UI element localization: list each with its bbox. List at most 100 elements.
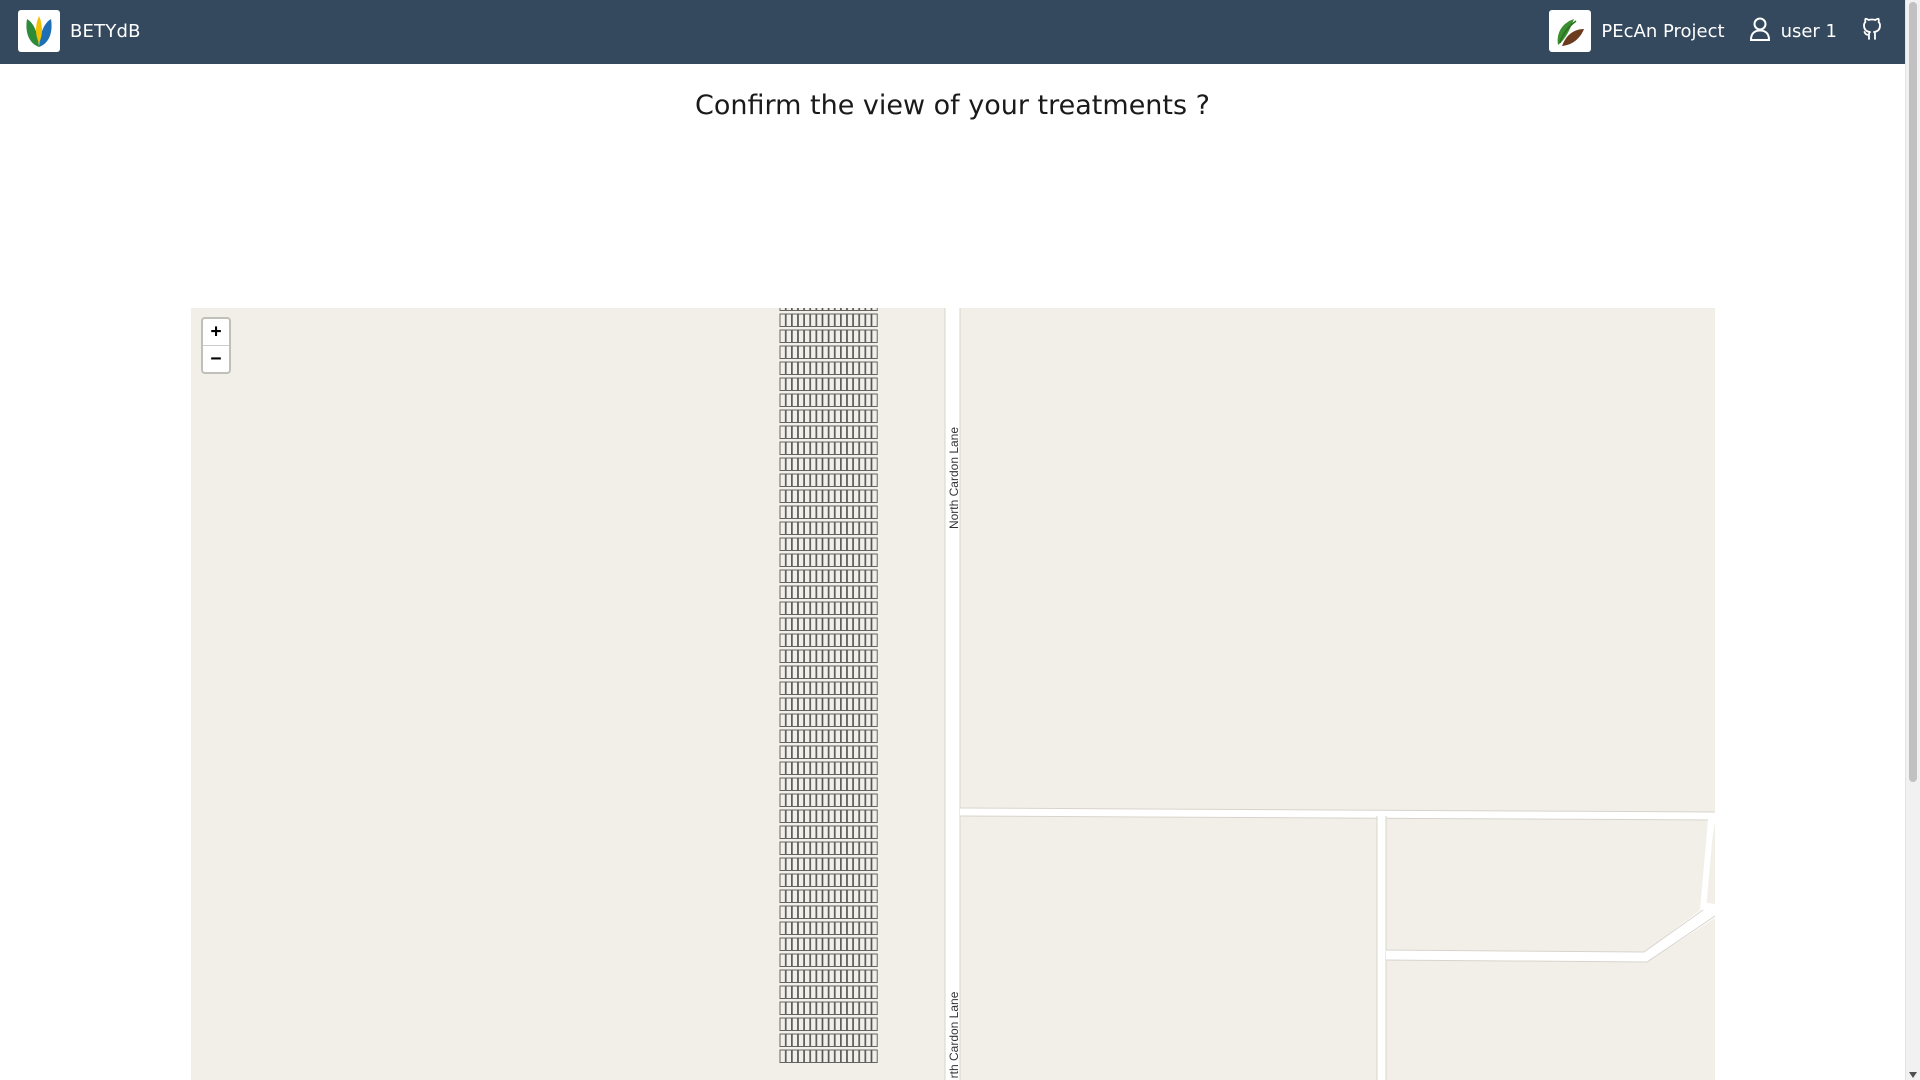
treatment-plot[interactable] bbox=[853, 841, 860, 855]
treatment-plot[interactable] bbox=[834, 585, 841, 599]
treatment-plot[interactable] bbox=[816, 729, 823, 743]
treatment-plot[interactable] bbox=[871, 308, 878, 311]
treatment-plot[interactable] bbox=[846, 905, 854, 919]
treatment-plot[interactable] bbox=[816, 873, 823, 887]
treatment-plot[interactable] bbox=[779, 329, 786, 343]
treatment-plot[interactable] bbox=[865, 345, 872, 359]
treatment-plot[interactable] bbox=[840, 761, 848, 775]
treatment-plot[interactable] bbox=[822, 793, 829, 807]
treatment-plot[interactable] bbox=[865, 697, 872, 711]
treatment-plot[interactable] bbox=[785, 313, 792, 327]
treatment-plot[interactable] bbox=[834, 617, 841, 631]
treatment-plot[interactable] bbox=[816, 889, 823, 903]
treatment-plot[interactable] bbox=[810, 585, 817, 599]
treatment-plot[interactable] bbox=[846, 921, 854, 935]
treatment-plot[interactable] bbox=[816, 601, 823, 615]
treatment-plot[interactable] bbox=[828, 537, 835, 551]
treatment-plot[interactable] bbox=[785, 953, 792, 967]
treatment-plot[interactable] bbox=[785, 308, 792, 311]
treatment-plot[interactable] bbox=[822, 505, 829, 519]
treatment-plot[interactable] bbox=[828, 633, 835, 647]
treatment-plot[interactable] bbox=[804, 825, 811, 839]
treatment-plot[interactable] bbox=[859, 649, 866, 663]
treatment-plot[interactable] bbox=[791, 505, 799, 519]
treatment-plot[interactable] bbox=[779, 729, 786, 743]
treatment-plot[interactable] bbox=[810, 521, 817, 535]
treatment-plot[interactable] bbox=[810, 873, 817, 887]
treatment-plot[interactable] bbox=[804, 585, 811, 599]
treatment-plot[interactable] bbox=[822, 841, 829, 855]
treatment-plot[interactable] bbox=[828, 489, 835, 503]
treatment-plot[interactable] bbox=[865, 953, 872, 967]
treatment-plot[interactable] bbox=[810, 345, 817, 359]
treatment-plot[interactable] bbox=[791, 617, 799, 631]
treatment-plot[interactable] bbox=[785, 793, 792, 807]
treatment-plot[interactable] bbox=[865, 889, 872, 903]
treatment-plot[interactable] bbox=[810, 617, 817, 631]
treatment-plot[interactable] bbox=[871, 697, 878, 711]
treatment-plot[interactable] bbox=[865, 729, 872, 743]
treatment-plot[interactable] bbox=[871, 457, 878, 471]
treatment-plot[interactable] bbox=[834, 793, 841, 807]
treatment-plot[interactable] bbox=[853, 617, 860, 631]
treatment-plot[interactable] bbox=[810, 1033, 817, 1047]
treatment-plot[interactable] bbox=[816, 761, 823, 775]
treatment-plot[interactable] bbox=[797, 793, 805, 807]
treatment-plot[interactable] bbox=[865, 1001, 872, 1015]
treatment-plot[interactable] bbox=[797, 921, 805, 935]
treatment-plot[interactable] bbox=[846, 985, 854, 999]
treatment-plot[interactable] bbox=[822, 745, 829, 759]
treatment-plot[interactable] bbox=[846, 681, 854, 695]
treatment-plot[interactable] bbox=[840, 377, 848, 391]
treatment-plot[interactable] bbox=[853, 313, 860, 327]
treatment-plot[interactable] bbox=[859, 777, 866, 791]
treatment-plot[interactable] bbox=[785, 1049, 792, 1063]
treatment-plot[interactable] bbox=[865, 409, 872, 423]
treatment-plot[interactable] bbox=[853, 745, 860, 759]
treatment-plot[interactable] bbox=[859, 569, 866, 583]
treatment-plot[interactable] bbox=[840, 681, 848, 695]
treatment-plot[interactable] bbox=[846, 521, 854, 535]
treatment-plot[interactable] bbox=[828, 457, 835, 471]
treatment-plot[interactable] bbox=[834, 393, 841, 407]
treatment-plot[interactable] bbox=[853, 489, 860, 503]
treatment-plot[interactable] bbox=[791, 937, 799, 951]
treatment-plot[interactable] bbox=[785, 1017, 792, 1031]
treatment-plot[interactable] bbox=[810, 425, 817, 439]
treatment-plot[interactable] bbox=[828, 361, 835, 375]
treatment-plot[interactable] bbox=[816, 969, 823, 983]
treatment-plot[interactable] bbox=[785, 745, 792, 759]
treatment-plot[interactable] bbox=[785, 889, 792, 903]
treatment-plot[interactable] bbox=[853, 473, 860, 487]
treatment-plot[interactable] bbox=[859, 308, 866, 311]
treatment-plot[interactable] bbox=[859, 745, 866, 759]
treatment-plot[interactable] bbox=[853, 409, 860, 423]
treatment-plot[interactable] bbox=[816, 1001, 823, 1015]
treatment-plot[interactable] bbox=[840, 905, 848, 919]
treatment-plot[interactable] bbox=[834, 953, 841, 967]
treatment-plot[interactable] bbox=[804, 537, 811, 551]
treatment-plot[interactable] bbox=[865, 1033, 872, 1047]
treatment-plot[interactable] bbox=[846, 793, 854, 807]
treatment-plot[interactable] bbox=[840, 793, 848, 807]
treatment-plot[interactable] bbox=[846, 841, 854, 855]
treatment-plot[interactable] bbox=[834, 457, 841, 471]
treatment-plot[interactable] bbox=[785, 441, 792, 455]
treatment-plot[interactable] bbox=[834, 521, 841, 535]
treatment-plot[interactable] bbox=[804, 697, 811, 711]
treatment-plot[interactable] bbox=[846, 345, 854, 359]
treatment-plot[interactable] bbox=[840, 937, 848, 951]
treatment-plot[interactable] bbox=[853, 761, 860, 775]
treatment-plot[interactable] bbox=[840, 1017, 848, 1031]
treatment-plot[interactable] bbox=[846, 633, 854, 647]
treatment-plot[interactable] bbox=[846, 361, 854, 375]
treatment-plot[interactable] bbox=[859, 313, 866, 327]
treatment-plot[interactable] bbox=[779, 649, 786, 663]
treatment-plot[interactable] bbox=[840, 825, 848, 839]
treatment-plot[interactable] bbox=[871, 985, 878, 999]
treatment-plot[interactable] bbox=[834, 745, 841, 759]
treatment-plot[interactable] bbox=[822, 729, 829, 743]
treatment-plot[interactable] bbox=[791, 329, 799, 343]
treatment-plot[interactable] bbox=[865, 809, 872, 823]
treatment-plot[interactable] bbox=[779, 1033, 786, 1047]
